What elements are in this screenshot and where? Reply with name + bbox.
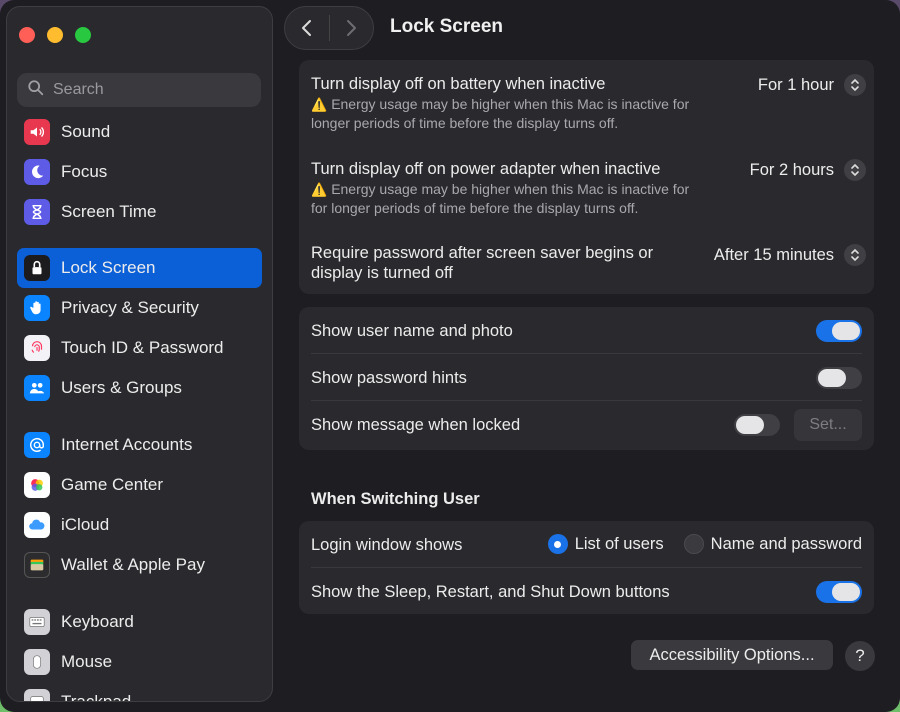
adapter-display-value: For 2 hours xyxy=(749,160,834,179)
sidebar-item-game-center[interactable]: Game Center xyxy=(17,465,262,505)
stepper-arrows-icon xyxy=(844,74,866,96)
zoom-window-button[interactable] xyxy=(75,27,91,43)
sidebar-item-lock-screen[interactable]: Lock Screen xyxy=(17,248,262,288)
game-center-icon xyxy=(24,472,50,498)
sidebar-item-internet-accounts[interactable]: Internet Accounts xyxy=(17,425,262,465)
login-window-radio-group: List of users Name and password xyxy=(547,534,862,554)
search-field[interactable] xyxy=(17,73,261,107)
sidebar-item-label: Internet Accounts xyxy=(61,435,193,454)
sleep-buttons-label: Show the Sleep, Restart, and Shut Down b… xyxy=(311,583,670,601)
display-settings-group: Turn display off on battery when inactiv… xyxy=(299,60,874,294)
users-icon xyxy=(24,375,50,401)
switching-user-group: Login window shows List of users Name an… xyxy=(299,521,874,614)
moon-icon xyxy=(24,159,50,185)
fingerprint-icon xyxy=(24,335,50,361)
sidebar-item-label: Mouse xyxy=(61,652,113,671)
divider xyxy=(311,353,862,354)
accessibility-options-button[interactable]: Accessibility Options... xyxy=(631,640,833,670)
battery-display-warning: ⚠️ Energy usage may be higher when this M… xyxy=(311,96,690,131)
help-button[interactable]: ? xyxy=(845,641,875,671)
switching-user-header: When Switching User xyxy=(311,490,480,508)
nav-buttons xyxy=(284,6,374,50)
sidebar-item-sound[interactable]: Sound xyxy=(17,112,262,152)
sidebar-item-label: Screen Time xyxy=(61,202,157,221)
battery-display-value: For 1 hour xyxy=(757,75,834,94)
sidebar-item-users[interactable]: Users & Groups xyxy=(17,368,262,408)
chevron-left-icon xyxy=(301,20,311,36)
stepper-arrows-icon xyxy=(844,159,866,181)
password-required-value: After 15 minutes xyxy=(713,245,834,264)
battery-display-popup[interactable]: For 1 hour xyxy=(758,74,866,96)
back-button[interactable] xyxy=(285,6,329,50)
stepper-arrows-icon xyxy=(844,244,866,266)
password-required-popup[interactable]: After 15 minutes xyxy=(714,244,866,266)
speaker-icon xyxy=(24,119,50,145)
sidebar-item-trackpad[interactable]: Trackpad xyxy=(17,682,262,702)
sidebar-item-screen-time[interactable]: Screen Time xyxy=(17,192,262,232)
sleep-buttons-row: Show the Sleep, Restart, and Shut Down b… xyxy=(311,582,862,602)
sidebar-item-mouse[interactable]: Mouse xyxy=(17,642,262,682)
show-hints-label: Show password hints xyxy=(311,369,467,387)
divider xyxy=(311,567,862,568)
sidebar-item-label: iCloud xyxy=(61,515,110,534)
forward-button[interactable] xyxy=(329,6,373,50)
show-hints-row: Show password hints xyxy=(311,368,862,388)
radio-list-of-users[interactable]: List of users xyxy=(547,534,664,554)
sidebar-item-label: Keyboard xyxy=(61,612,134,631)
sleep-buttons-toggle[interactable] xyxy=(816,581,862,603)
sidebar-item-label: Focus xyxy=(61,162,108,181)
sidebar-item-label: Users & Groups xyxy=(61,378,182,397)
set-message-button[interactable]: Set... xyxy=(794,409,862,441)
sidebar-item-label: Game Center xyxy=(61,475,164,494)
show-user-row: Show user name and photo xyxy=(311,321,862,341)
minimize-window-button[interactable] xyxy=(47,27,63,43)
sidebar-item-label: Trackpad xyxy=(61,692,132,702)
sidebar-item-keyboard[interactable]: Keyboard xyxy=(17,602,262,642)
adapter-display-warning: ⚠️ Energy usage may be higher when this M… xyxy=(311,181,690,216)
adapter-display-popup[interactable]: For 2 hours xyxy=(750,159,866,181)
hourglass-icon xyxy=(24,199,50,225)
sidebar: Sound Focus Screen Time Lock Screen xyxy=(6,6,273,702)
sidebar-item-focus[interactable]: Focus xyxy=(17,152,262,192)
traffic-lights xyxy=(19,27,91,43)
radio-unselected-icon xyxy=(683,534,704,554)
sidebar-item-label: Lock Screen xyxy=(61,258,156,277)
radio-selected-icon xyxy=(547,534,568,554)
show-hints-toggle[interactable] xyxy=(816,367,862,389)
sidebar-item-touch-id[interactable]: Touch ID & Password xyxy=(17,328,262,368)
warning-icon: ⚠️ xyxy=(311,97,328,112)
toolbar: Lock Screen xyxy=(284,6,884,50)
show-message-toggle[interactable] xyxy=(734,414,780,436)
sidebar-item-wallet[interactable]: Wallet & Apple Pay xyxy=(17,545,262,585)
show-user-toggle[interactable] xyxy=(816,320,862,342)
warning-icon: ⚠️ xyxy=(311,182,328,197)
keyboard-icon xyxy=(24,609,50,635)
chevron-right-icon xyxy=(347,20,357,36)
cloud-icon xyxy=(24,512,50,538)
sidebar-item-label: Sound xyxy=(61,122,111,141)
settings-window: Sound Focus Screen Time Lock Screen xyxy=(0,0,900,712)
sidebar-item-label: Wallet & Apple Pay xyxy=(61,555,205,574)
show-user-label: Show user name and photo xyxy=(311,322,513,340)
page-title: Lock Screen xyxy=(390,16,503,37)
close-window-button[interactable] xyxy=(19,27,35,43)
mouse-icon xyxy=(24,649,50,675)
at-icon xyxy=(24,432,50,458)
lock-options-group: Show user name and photo Show password h… xyxy=(299,307,874,450)
divider xyxy=(311,400,862,401)
sidebar-item-privacy[interactable]: Privacy & Security xyxy=(17,288,262,328)
wallet-icon xyxy=(24,552,50,578)
trackpad-icon xyxy=(24,689,50,701)
hand-icon xyxy=(24,295,50,321)
radio-name-and-password[interactable]: Name and password xyxy=(683,534,862,554)
search-input[interactable] xyxy=(53,81,243,99)
lock-icon xyxy=(24,255,50,281)
sidebar-item-label: Touch ID & Password xyxy=(61,338,224,357)
search-icon xyxy=(27,79,45,102)
sidebar-item-icloud[interactable]: iCloud xyxy=(17,505,262,545)
sidebar-item-label: Privacy & Security xyxy=(61,298,199,317)
